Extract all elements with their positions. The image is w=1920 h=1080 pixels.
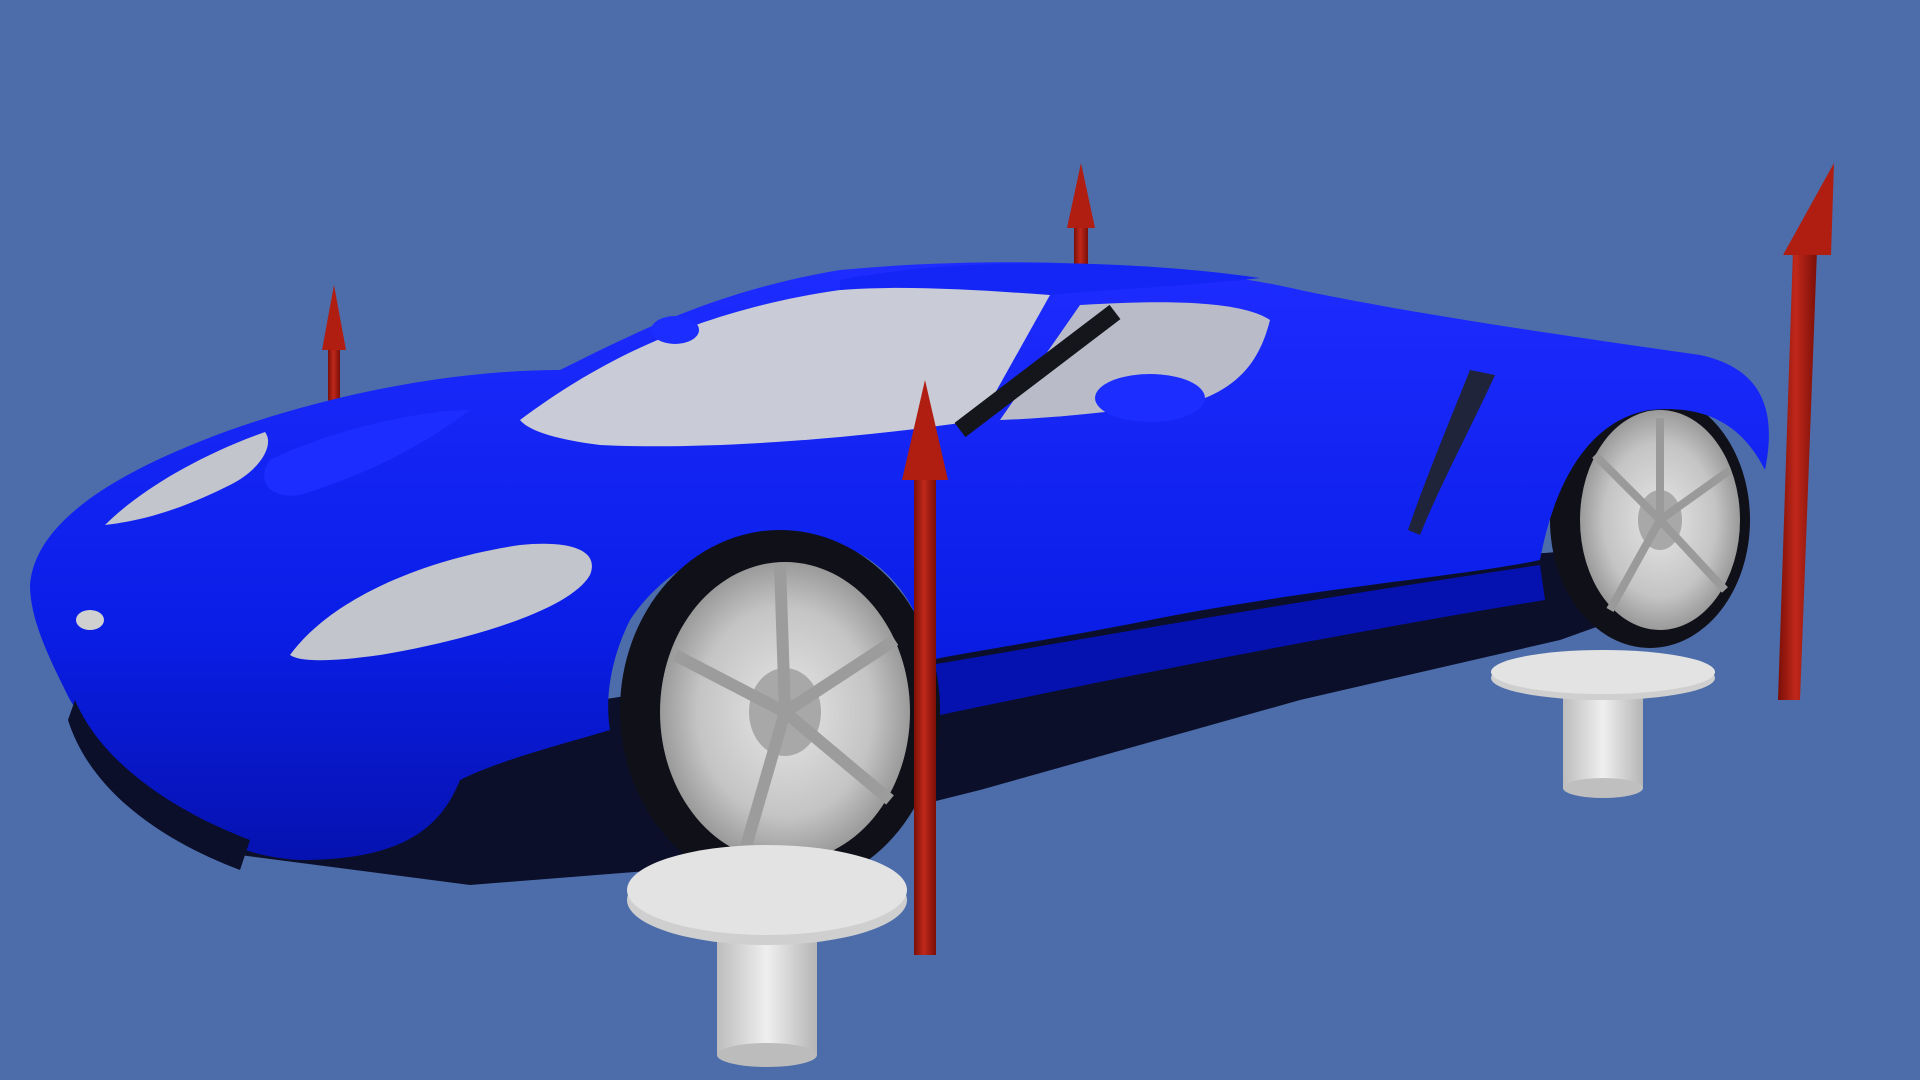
3d-viewport[interactable] — [0, 0, 1920, 1080]
wheel-front — [620, 530, 940, 890]
car-badge — [76, 610, 104, 630]
car-side-mirror — [1095, 374, 1205, 422]
car-left-mirror — [651, 316, 699, 344]
scene-canvas — [0, 0, 1920, 1080]
